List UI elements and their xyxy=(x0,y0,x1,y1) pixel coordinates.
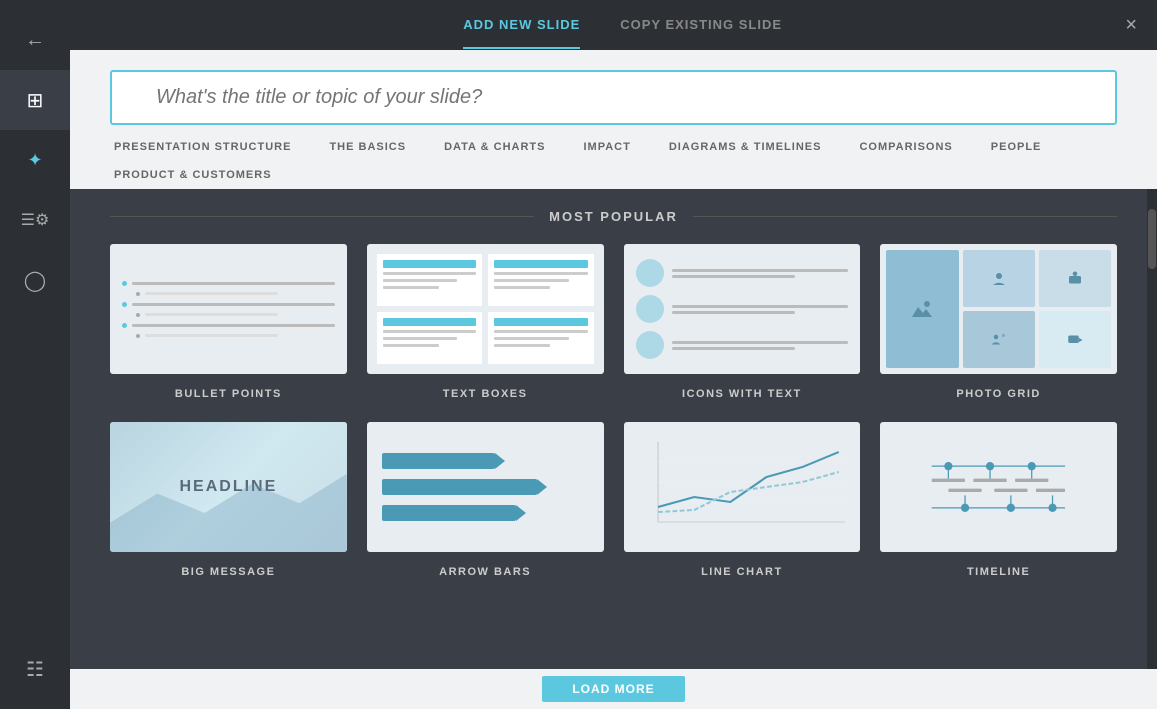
slide-label-photo-grid: PHOTO GRID xyxy=(956,388,1040,400)
bottom-bar: LOAD MORE xyxy=(70,669,1157,709)
nav-tab-presentation-structure[interactable]: PRESENTATION STRUCTURE xyxy=(110,133,295,161)
tab-add-new-slide[interactable]: ADD NEW SLIDE xyxy=(463,2,580,49)
slide-label-text-boxes: TEXT BOXES xyxy=(443,388,528,400)
slide-thumb-arrow-bars xyxy=(367,422,604,552)
nav-tab-product-customers[interactable]: PRODUCT & CUSTOMERS xyxy=(110,161,276,189)
arrow-bar-1 xyxy=(382,453,496,469)
sidebar-grid-btn[interactable]: ⊞ xyxy=(0,70,70,130)
slide-item-timeline[interactable]: TIMELINE xyxy=(880,422,1117,580)
nav-tab-impact[interactable]: IMPACT xyxy=(579,133,634,161)
sidebar-dots-btn[interactable]: ✦ xyxy=(0,130,70,190)
photo-cell-3 xyxy=(1039,250,1111,307)
photo-cell-4 xyxy=(963,311,1035,368)
linechart-thumb-content xyxy=(624,422,861,552)
slide-label-bullet-points: BULLET POINTS xyxy=(175,388,282,400)
arrow-bar-2 xyxy=(382,479,537,495)
grid-icon: ⊞ xyxy=(27,88,44,113)
scrollbar[interactable] xyxy=(1147,189,1157,669)
slide-thumb-timeline xyxy=(880,422,1117,552)
timeline-thumb-content xyxy=(880,422,1117,552)
bullet-thumb-content xyxy=(110,244,347,374)
dots-icon: ✦ xyxy=(27,150,42,171)
slide-item-big-message[interactable]: HEADLINE BIG MESSAGE xyxy=(110,422,347,580)
load-more-button[interactable]: LOAD MORE xyxy=(542,676,684,702)
tab-copy-existing-slide[interactable]: COPY EXISTING SLIDE xyxy=(620,2,782,49)
slide-item-icons-with-text[interactable]: ICONS WITH TEXT xyxy=(624,244,861,402)
back-icon: ← xyxy=(25,29,45,52)
slide-item-photo-grid[interactable]: PHOTO GRID xyxy=(880,244,1117,402)
slide-thumb-icons-with-text xyxy=(624,244,861,374)
list-icon: ☷ xyxy=(26,657,44,682)
main-panel: ADD NEW SLIDE COPY EXISTING SLIDE × 🔍 PR… xyxy=(70,0,1157,709)
nav-tab-the-basics[interactable]: THE BASICS xyxy=(325,133,410,161)
search-wrapper: 🔍 xyxy=(110,70,1117,125)
slide-label-timeline: TIMELINE xyxy=(967,566,1030,578)
photo-cell-2 xyxy=(963,250,1035,307)
sidebar-camera-btn[interactable]: ◯ xyxy=(0,250,70,310)
scrollbar-thumb[interactable] xyxy=(1148,209,1156,269)
nav-tab-people[interactable]: PEOPLE xyxy=(987,133,1046,161)
slide-item-line-chart[interactable]: LINE CHART xyxy=(624,422,861,580)
sidebar-list-btn[interactable]: ☷ xyxy=(0,639,70,699)
search-area: 🔍 xyxy=(70,50,1157,125)
photo-cell-1 xyxy=(886,250,958,368)
slide-label-icons-with-text: ICONS WITH TEXT xyxy=(682,388,802,400)
slide-thumb-text-boxes xyxy=(367,244,604,374)
nav-tabs: PRESENTATION STRUCTURE THE BASICS DATA &… xyxy=(70,125,1157,189)
nav-tab-comparisons[interactable]: COMPARISONS xyxy=(855,133,956,161)
slide-thumb-photo-grid xyxy=(880,244,1117,374)
slide-item-text-boxes[interactable]: TEXT BOXES xyxy=(367,244,604,402)
slide-grid: BULLET POINTS TEXT BOXES xyxy=(110,244,1117,580)
section-title: MOST POPULAR xyxy=(110,209,1117,224)
header-tabs: ADD NEW SLIDE COPY EXISTING SLIDE xyxy=(120,2,1125,49)
slide-label-line-chart: LINE CHART xyxy=(701,566,783,578)
arrowbars-thumb-content xyxy=(367,422,604,552)
slide-label-arrow-bars: ARROW BARS xyxy=(439,566,531,578)
arrow-bar-3 xyxy=(382,505,516,521)
camera-icon: ◯ xyxy=(24,268,46,293)
close-button[interactable]: × xyxy=(1125,14,1137,37)
photo-cell-5 xyxy=(1039,311,1111,368)
search-input[interactable] xyxy=(110,70,1117,125)
bigmessage-thumb-content: HEADLINE xyxy=(110,422,347,552)
slide-thumb-big-message: HEADLINE xyxy=(110,422,347,552)
content-area: MOST POPULAR BULLET POINTS xyxy=(70,189,1157,669)
slide-item-bullet-points[interactable]: BULLET POINTS xyxy=(110,244,347,402)
sidebar-settings-btn[interactable]: ☰⚙ xyxy=(0,190,70,250)
slide-thumb-bullet-points xyxy=(110,244,347,374)
photogrid-thumb-content xyxy=(880,244,1117,374)
sidebar: ← ⊞ ✦ ☰⚙ ◯ ☷ xyxy=(0,0,70,709)
settings-icon: ☰⚙ xyxy=(21,210,50,230)
nav-tab-diagrams-timelines[interactable]: DIAGRAMS & TIMELINES xyxy=(665,133,826,161)
icons-thumb-content xyxy=(624,244,861,374)
slide-label-big-message: BIG MESSAGE xyxy=(181,566,275,578)
header: ADD NEW SLIDE COPY EXISTING SLIDE × xyxy=(70,0,1157,50)
nav-tab-data-charts[interactable]: DATA & CHARTS xyxy=(440,133,549,161)
slide-item-arrow-bars[interactable]: ARROW BARS xyxy=(367,422,604,580)
textboxes-thumb-content xyxy=(367,244,604,374)
slide-thumb-line-chart xyxy=(624,422,861,552)
sidebar-back-btn[interactable]: ← xyxy=(0,10,70,70)
